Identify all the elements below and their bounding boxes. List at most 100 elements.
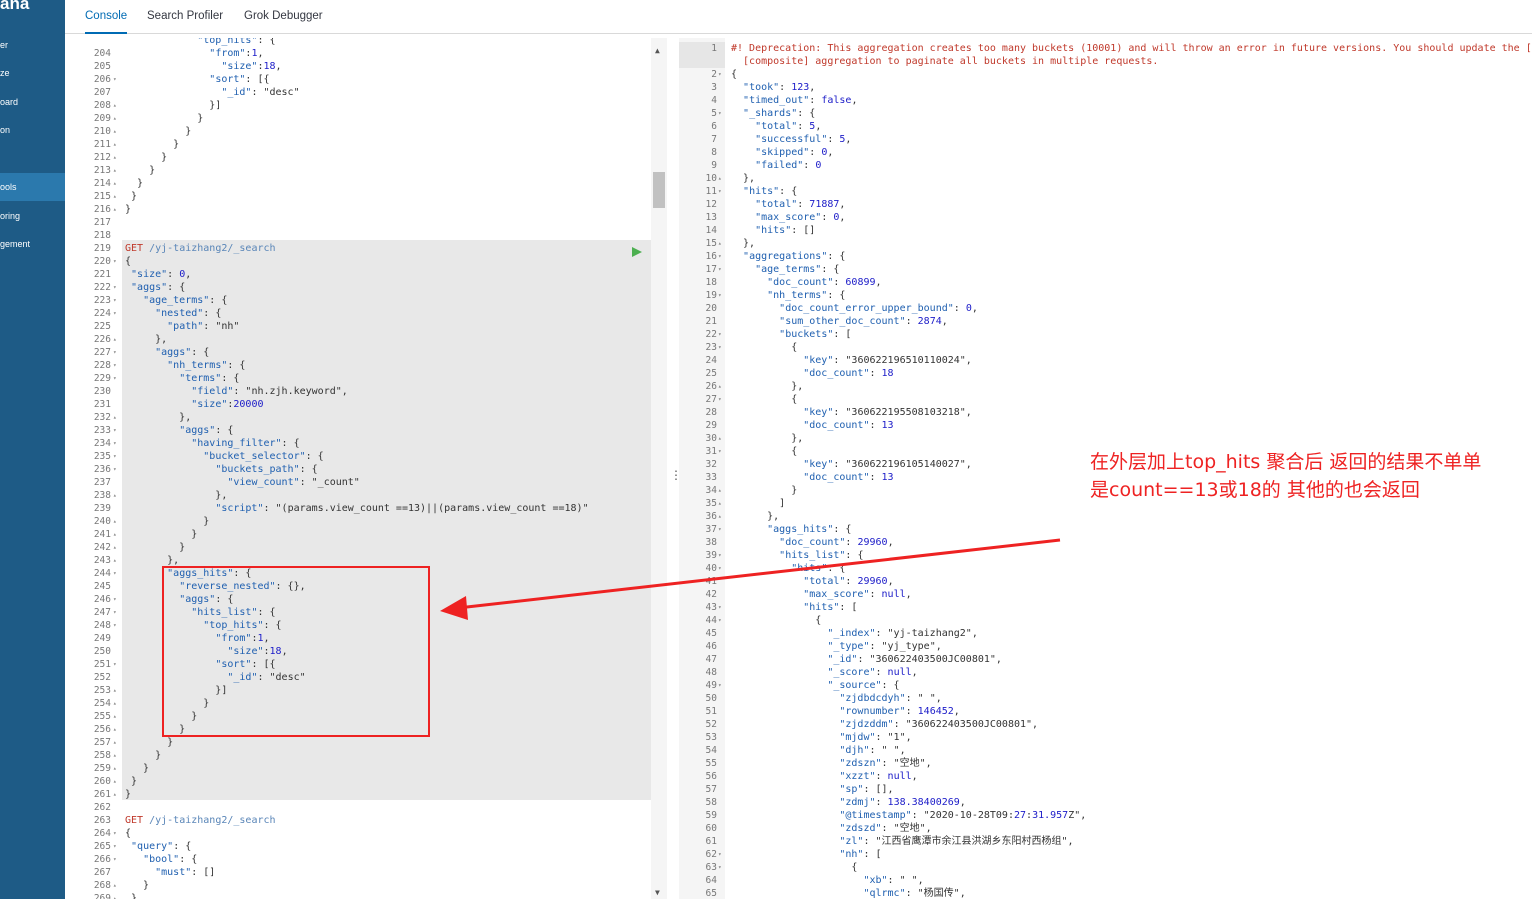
fold-toggle-icon[interactable]: ▾ [113,73,121,86]
tab-console[interactable]: Console [85,0,128,34]
fold-toggle-icon[interactable]: ▾ [113,359,121,372]
fold-toggle-icon[interactable]: ▾ [113,463,121,476]
panel-divider[interactable]: ⋮ [667,38,682,899]
fold-toggle-icon[interactable]: ▾ [718,445,726,458]
fold-toggle-icon[interactable]: ▴ [113,489,121,502]
tab-search-profiler[interactable]: Search Profiler [147,0,223,34]
sidebar-item-timelion[interactable]: on [0,116,65,144]
fold-toggle-icon[interactable]: ▴ [113,411,121,424]
fold-toggle-icon[interactable]: ▾ [113,606,121,619]
fold-toggle-icon[interactable]: ▴ [113,892,121,899]
code-text: "doc_count": 13 [803,420,894,431]
line-number: 222 [93,282,111,293]
fold-toggle-icon[interactable]: ▴ [113,164,121,177]
fold-toggle-icon[interactable]: ▾ [718,185,726,198]
fold-toggle-icon[interactable]: ▾ [718,523,726,536]
fold-toggle-icon[interactable]: ▾ [718,289,726,302]
fold-toggle-icon[interactable]: ▴ [113,697,121,710]
code-text: } [125,542,186,553]
fold-toggle-icon[interactable]: ▾ [113,294,121,307]
fold-toggle-icon[interactable]: ▴ [718,510,726,523]
fold-toggle-icon[interactable]: ▾ [718,848,726,861]
sidebar-item-dev-tools[interactable]: ools [0,173,65,201]
fold-toggle-icon[interactable]: ▾ [113,593,121,606]
fold-toggle-icon[interactable]: ▴ [718,497,726,510]
fold-toggle-icon[interactable]: ▴ [113,138,121,151]
fold-toggle-icon[interactable]: ▴ [113,112,121,125]
fold-toggle-icon[interactable]: ▾ [718,263,726,276]
fold-toggle-icon[interactable]: ▾ [113,853,121,866]
fold-toggle-icon[interactable]: ▴ [113,151,121,164]
fold-toggle-icon[interactable]: ▾ [718,601,726,614]
fold-toggle-icon[interactable]: ▴ [718,380,726,393]
console-request-editor[interactable]: "top_hits": {204 "from":1, 205 "size":18,… [73,38,651,899]
fold-toggle-icon[interactable]: ▴ [113,177,121,190]
fold-toggle-icon[interactable]: ▾ [113,567,121,580]
fold-toggle-icon[interactable]: ▾ [718,250,726,263]
fold-toggle-icon[interactable]: ▴ [113,203,121,216]
line-number: 210 [93,126,111,137]
fold-toggle-icon[interactable]: ▴ [113,515,121,528]
fold-toggle-icon[interactable]: ▾ [113,424,121,437]
fold-toggle-icon[interactable]: ▴ [113,684,121,697]
line-number: 49 [705,680,717,691]
sidebar-item-monitoring[interactable]: oring [0,202,65,230]
play-icon[interactable] [631,246,643,258]
fold-toggle-icon[interactable]: ▾ [113,372,121,385]
fold-toggle-icon[interactable]: ▴ [718,237,726,250]
fold-toggle-icon[interactable]: ▾ [718,549,726,562]
fold-toggle-icon[interactable]: ▴ [113,775,121,788]
fold-toggle-icon[interactable]: ▴ [113,788,121,801]
fold-toggle-icon[interactable]: ▴ [113,190,121,203]
fold-toggle-icon[interactable]: ▾ [718,562,726,575]
fold-toggle-icon[interactable]: ▴ [718,172,726,185]
fold-toggle-icon[interactable]: ▴ [113,333,121,346]
fold-toggle-icon[interactable]: ▾ [113,840,121,853]
fold-toggle-icon[interactable]: ▴ [113,125,121,138]
fold-toggle-icon[interactable]: ▴ [113,541,121,554]
fold-toggle-icon[interactable]: ▴ [113,762,121,775]
fold-toggle-icon[interactable]: ▴ [113,879,121,892]
scroll-up-icon[interactable]: ▲ [655,46,660,55]
fold-toggle-icon[interactable]: ▾ [113,281,121,294]
fold-toggle-icon[interactable]: ▾ [113,346,121,359]
sidebar-item-visualize[interactable]: ze [0,59,65,87]
editor-scrollbar[interactable]: ▲ ▼ [651,38,667,899]
fold-toggle-icon[interactable]: ▴ [113,710,121,723]
sidebar-item-dashboard[interactable]: oard [0,88,65,116]
tab-grok-debugger[interactable]: Grok Debugger [244,0,323,34]
line-number: 234 [93,438,111,449]
fold-toggle-icon[interactable]: ▴ [113,749,121,762]
fold-toggle-icon[interactable]: ▴ [113,554,121,567]
fold-toggle-icon[interactable]: ▴ [718,484,726,497]
fold-toggle-icon[interactable]: ▾ [113,255,121,268]
fold-toggle-icon[interactable]: ▴ [113,723,121,736]
fold-toggle-icon[interactable]: ▾ [113,619,121,632]
fold-toggle-icon[interactable]: ▾ [718,107,726,120]
scroll-thumb[interactable] [653,172,665,208]
fold-toggle-icon[interactable]: ▾ [718,861,726,874]
fold-toggle-icon[interactable]: ▾ [113,307,121,320]
line-number: 218 [93,230,111,241]
fold-toggle-icon[interactable]: ▴ [718,432,726,445]
devtools-tab-bar: Console Search Profiler Grok Debugger [65,0,1532,34]
fold-toggle-icon[interactable]: ▾ [718,68,726,81]
fold-toggle-icon[interactable]: ▾ [113,658,121,671]
fold-toggle-icon[interactable]: ▴ [113,99,121,112]
scroll-down-icon[interactable]: ▼ [655,888,660,897]
code-text: "bucket_selector": { [203,451,324,462]
fold-toggle-icon[interactable]: ▾ [718,614,726,627]
fold-toggle-icon[interactable]: ▾ [113,450,121,463]
fold-toggle-icon[interactable]: ▾ [718,393,726,406]
fold-toggle-icon[interactable]: ▾ [718,341,726,354]
fold-toggle-icon[interactable]: ▾ [718,328,726,341]
code-text: "nh_terms": { [167,360,246,371]
fold-toggle-icon[interactable]: ▴ [113,736,121,749]
sidebar-item-management[interactable]: gement [0,230,65,258]
sidebar-item-discover[interactable]: er [0,31,65,59]
fold-toggle-icon[interactable]: ▾ [113,437,121,450]
fold-toggle-icon[interactable]: ▾ [718,679,726,692]
fold-toggle-icon[interactable]: ▴ [113,528,121,541]
code-text: "hits": [] [755,225,816,236]
fold-toggle-icon[interactable]: ▾ [113,827,121,840]
